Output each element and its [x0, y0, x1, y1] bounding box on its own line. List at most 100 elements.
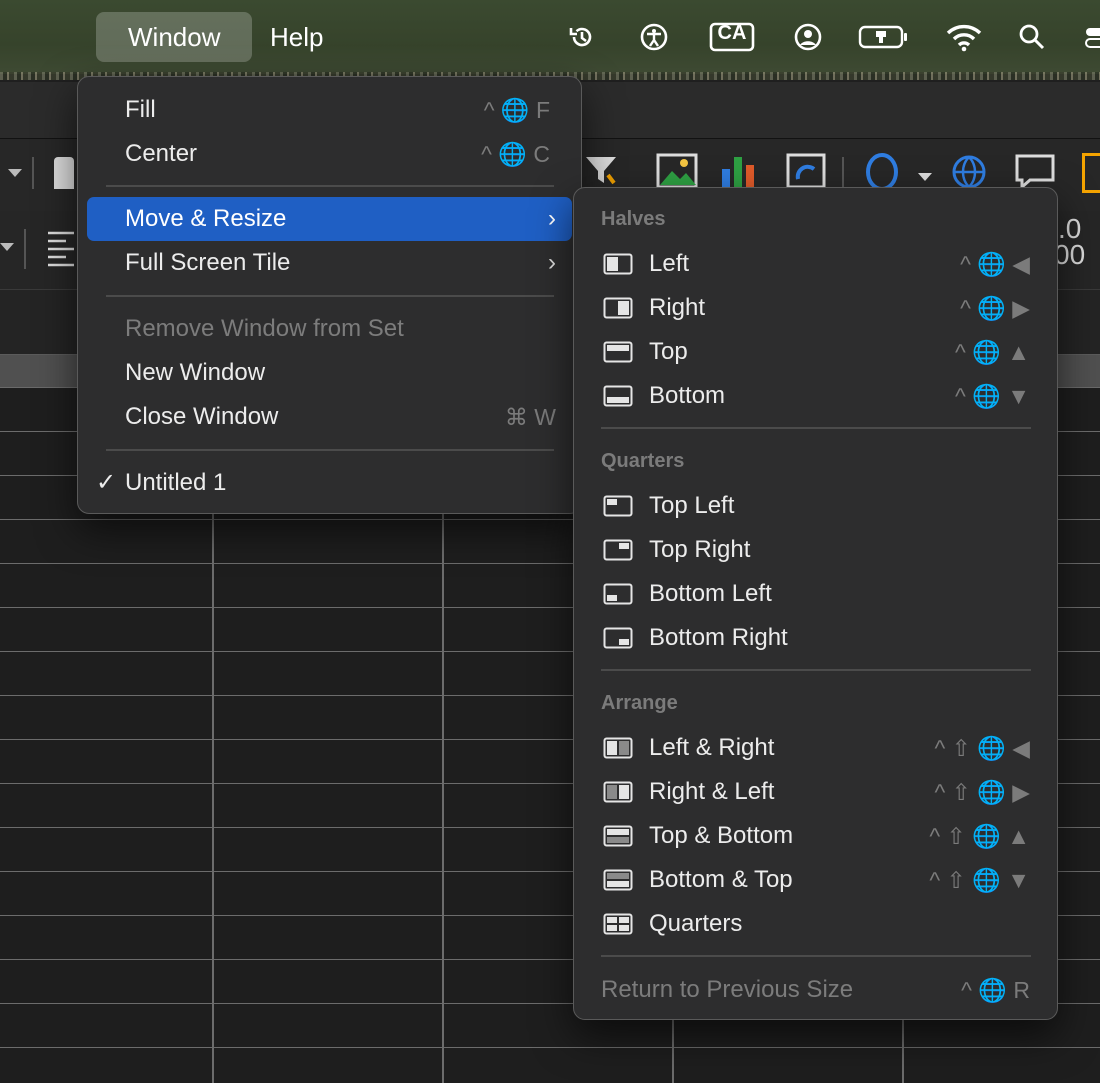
section-title-arrange: Arrange: [601, 692, 678, 714]
move-resize-submenu: Halves Left ^ 🌐 ◀ Right ^ 🌐 ▶ Top ^ 🌐 ▲ …: [573, 187, 1058, 1020]
arrange-left-right-icon: [603, 737, 633, 759]
submenu-item-bottom-left[interactable]: Bottom Left: [583, 572, 1048, 616]
window-bottom-left-icon: [603, 583, 633, 605]
battery-charging-icon: [858, 19, 910, 55]
window-top-left-icon: [603, 495, 633, 517]
submenu-item-label: Right: [649, 294, 706, 321]
toolbar-divider: [842, 157, 844, 189]
pivot-table-icon[interactable]: [786, 153, 826, 189]
arrange-quarters-icon: [603, 913, 633, 935]
submenu-item-bottom[interactable]: Bottom ^ 🌐 ▼: [583, 374, 1048, 418]
submenu-item-label: Top: [649, 338, 688, 365]
menu-separator: [106, 185, 554, 187]
insert-image-icon[interactable]: [656, 153, 698, 189]
section-title-halves: Halves: [601, 208, 666, 230]
spotlight-search-icon[interactable]: [1014, 19, 1050, 55]
menu-help[interactable]: Help: [238, 12, 355, 62]
submenu-item-label: Right & Left: [649, 778, 775, 805]
menu-item-remove-window-from-set: Remove Window from Set: [87, 307, 572, 351]
user-account-icon[interactable]: [790, 19, 826, 55]
arrange-bottom-top-icon: [603, 869, 633, 891]
shape-dropdown-icon[interactable]: [918, 173, 932, 181]
chevron-right-icon: ›: [548, 205, 556, 232]
toolbar-divider: [24, 229, 26, 269]
dropdown-arrow-icon[interactable]: [0, 243, 14, 251]
submenu-item-label: Left: [649, 250, 690, 277]
menu-item-shortcut: ⌘ W: [504, 404, 556, 430]
menu-item-fill[interactable]: Fill ^ 🌐 F: [87, 88, 572, 132]
headers-footers-icon[interactable]: [1082, 153, 1100, 193]
submenu-item-quarters[interactable]: Quarters: [583, 902, 1048, 946]
submenu-item-label: Quarters: [649, 910, 743, 937]
menu-item-new-window[interactable]: New Window: [87, 351, 572, 395]
window-top-half-icon: [603, 341, 633, 363]
menu-item-move-resize[interactable]: Move & Resize ›: [87, 197, 572, 241]
time-machine-icon[interactable]: [564, 19, 600, 55]
menu-item-untitled-1[interactable]: ✓ Untitled 1: [78, 461, 572, 505]
menu-item-label: Full Screen Tile: [125, 249, 291, 276]
accessibility-icon[interactable]: [636, 19, 672, 55]
arrange-top-bottom-icon: [603, 825, 633, 847]
menu-window[interactable]: Window: [96, 12, 253, 62]
submenu-item-right-and-left[interactable]: Right & Left ^ ⇧ 🌐 ▶: [583, 770, 1048, 814]
window-bottom-right-icon: [603, 627, 633, 649]
submenu-item-shortcut: ^ 🌐 ▼: [955, 383, 1030, 409]
submenu-item-shortcut: ^ ⇧ 🌐 ▲: [929, 823, 1030, 849]
submenu-item-top[interactable]: Top ^ 🌐 ▲: [583, 330, 1048, 374]
submenu-item-shortcut: ^ ⇧ 🌐 ▶: [934, 779, 1030, 805]
submenu-item-shortcut: ^ 🌐 ▲: [955, 339, 1030, 365]
submenu-item-label: Bottom: [649, 382, 726, 409]
menu-bar: Window Help CA: [0, 0, 1100, 80]
insert-chart-icon[interactable]: [718, 151, 760, 191]
wifi-icon[interactable]: [944, 19, 984, 55]
menu-item-label: Fill: [125, 96, 156, 123]
align-left-icon[interactable]: [46, 229, 76, 269]
submenu-item-left-and-right[interactable]: Left & Right ^ ⇧ 🌐 ◀: [583, 726, 1048, 770]
checkmark-icon: ✓: [96, 469, 117, 496]
dropdown-arrow-icon[interactable]: [8, 169, 22, 177]
hyperlink-globe-icon[interactable]: [950, 153, 988, 191]
window-left-half-icon: [603, 253, 633, 275]
menu-item-label: Remove Window from Set: [125, 315, 404, 342]
submenu-item-label: Left & Right: [649, 734, 775, 761]
menu-item-center[interactable]: Center ^ 🌐 C: [87, 132, 572, 176]
submenu-item-shortcut: ^ 🌐 ▶: [960, 295, 1030, 321]
submenu-item-shortcut: ^ 🌐 ◀: [960, 251, 1030, 277]
control-center-icon[interactable]: [1080, 19, 1100, 55]
section-title-quarters: Quarters: [601, 450, 685, 472]
submenu-item-top-and-bottom[interactable]: Top & Bottom ^ ⇧ 🌐 ▲: [583, 814, 1048, 858]
submenu-item-top-left[interactable]: Top Left: [583, 484, 1048, 528]
submenu-item-label: Top Right: [649, 536, 751, 563]
insert-shape-icon[interactable]: [864, 153, 900, 191]
menu-item-shortcut: ^ 🌐 C: [481, 141, 550, 167]
arrange-right-left-icon: [603, 781, 633, 803]
submenu-item-bottom-right[interactable]: Bottom Right: [583, 616, 1048, 660]
menu-separator: [601, 427, 1031, 429]
menu-item-label: Untitled 1: [125, 469, 227, 496]
menu-item-full-screen-tile[interactable]: Full Screen Tile ›: [87, 241, 572, 285]
submenu-item-shortcut: ^ ⇧ 🌐 ◀: [934, 735, 1030, 761]
menu-separator: [601, 669, 1031, 671]
window-menu: Fill ^ 🌐 F Center ^ 🌐 C Move & Resize › …: [77, 76, 582, 514]
submenu-item-return-to-previous-size: Return to Previous Size ^ 🌐 R: [583, 968, 1048, 1012]
format-paintbrush-icon[interactable]: [54, 157, 74, 189]
submenu-item-label: Bottom & Top: [649, 866, 793, 893]
menu-item-close-window[interactable]: Close Window ⌘ W: [87, 395, 572, 439]
submenu-item-left[interactable]: Left ^ 🌐 ◀: [583, 242, 1048, 286]
submenu-item-shortcut: ^ 🌐 R: [961, 977, 1030, 1003]
menu-item-label: Center: [125, 140, 198, 167]
submenu-item-label: Top & Bottom: [649, 822, 794, 849]
submenu-item-right[interactable]: Right ^ 🌐 ▶: [583, 286, 1048, 330]
input-source-label: CA: [717, 22, 747, 44]
submenu-item-top-right[interactable]: Top Right: [583, 528, 1048, 572]
submenu-item-bottom-and-top[interactable]: Bottom & Top ^ ⇧ 🌐 ▼: [583, 858, 1048, 902]
input-source-icon[interactable]: CA: [708, 19, 756, 55]
decimal-indicator-bottom: 00: [1054, 239, 1086, 270]
menu-item-label: Close Window: [125, 403, 279, 430]
toolbar-divider: [32, 157, 34, 189]
chevron-right-icon: ›: [548, 249, 556, 276]
menu-separator: [106, 449, 554, 451]
filter-icon[interactable]: [584, 153, 618, 187]
menu-item-shortcut: ^ 🌐 F: [483, 97, 550, 123]
comment-icon[interactable]: [1014, 153, 1056, 191]
